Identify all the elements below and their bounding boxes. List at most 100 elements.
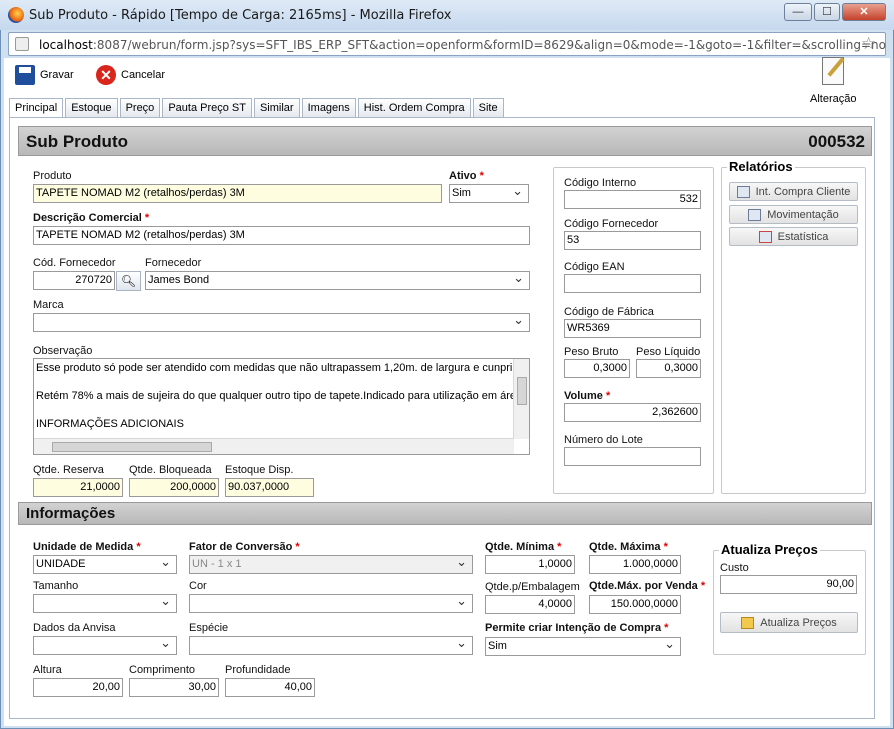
- window-title: Sub Produto - Rápido [Tempo de Carga: 21…: [29, 8, 452, 23]
- document-icon: [736, 185, 750, 198]
- qtde-minima-label-text: Qtde. Mínima: [485, 541, 555, 553]
- ativo-select[interactable]: Sim: [449, 184, 529, 203]
- url-bar[interactable]: localhost:8087/webrun/form.jsp?sys=SFT_I…: [8, 32, 886, 56]
- vertical-scrollbar[interactable]: [513, 359, 529, 439]
- ativo-label-text: Ativo: [449, 170, 477, 182]
- profundidade-label: Profundidade: [225, 664, 291, 676]
- tamanho-select[interactable]: [33, 594, 177, 613]
- cod-fornecedor-input[interactable]: 270720: [33, 271, 115, 290]
- alteracao-label: Alteração: [810, 93, 857, 105]
- qtde-embalagem-input[interactable]: 4,0000: [485, 595, 575, 614]
- produto-input[interactable]: TAPETE NOMAD M2 (retalhos/perdas) 3M: [33, 184, 442, 203]
- descricao-input[interactable]: TAPETE NOMAD M2 (retalhos/perdas) 3M: [33, 226, 530, 245]
- sub-produto-header: Sub Produto 000532: [18, 126, 872, 156]
- movimentacao-button[interactable]: Movimentação: [729, 205, 858, 224]
- observacao-textarea[interactable]: Esse produto só pode ser atendido com me…: [33, 358, 530, 455]
- bookmark-star-icon[interactable]: ☆: [861, 34, 876, 54]
- magnifier-search-icon[interactable]: 🔍︎: [116, 271, 141, 291]
- peso-liquido-input[interactable]: 0,3000: [636, 359, 701, 378]
- list-icon: [748, 208, 762, 221]
- atualiza-precos-title: Atualiza Preços: [719, 542, 820, 557]
- fornecedor-label: Fornecedor: [145, 257, 202, 269]
- peso-bruto-input[interactable]: 0,3000: [564, 359, 630, 378]
- estoque-disp-input[interactable]: 90.037,0000: [225, 478, 314, 497]
- descricao-label: Descrição Comercial *: [33, 212, 150, 224]
- anvisa-select[interactable]: [33, 636, 177, 655]
- cancel-x-icon: ✕: [96, 65, 116, 85]
- qtde-maxima-input[interactable]: 1.000,0000: [589, 555, 681, 574]
- alteracao-button[interactable]: Alteração: [810, 57, 860, 107]
- url-text[interactable]: localhost:8087/webrun/form.jsp?sys=SFT_I…: [39, 38, 886, 52]
- qtde-bloqueada-label: Qtde. Bloqueada: [129, 464, 212, 476]
- horizontal-scroll-thumb[interactable]: [52, 442, 212, 452]
- cancel-button[interactable]: ✕ Cancelar: [96, 65, 166, 85]
- unidade-label-text: Unidade de Medida: [33, 541, 134, 553]
- codigo-fornecedor-input[interactable]: 53: [564, 231, 701, 250]
- fator-select[interactable]: UN - 1 x 1: [189, 555, 473, 574]
- close-window-button[interactable]: ✕: [842, 3, 886, 21]
- cod-fornecedor-label: Cód. Fornecedor: [33, 257, 116, 269]
- url-path: :8087/webrun/form.jsp?sys=SFT_IBS_ERP_SF…: [92, 38, 886, 52]
- numero-lote-label: Número do Lote: [564, 434, 643, 446]
- estatistica-label: Estatística: [777, 230, 829, 243]
- cor-label: Cor: [189, 580, 207, 592]
- especie-select[interactable]: [189, 636, 473, 655]
- codigo-fabrica-label: Código de Fábrica: [564, 306, 654, 318]
- intencao-select[interactable]: Sim: [485, 637, 681, 656]
- codigo-interno-input[interactable]: 532: [564, 190, 701, 209]
- codigo-ean-label: Código EAN: [564, 261, 625, 273]
- numero-lote-input[interactable]: [564, 447, 701, 466]
- vertical-scroll-thumb[interactable]: [517, 377, 527, 405]
- save-button[interactable]: Gravar: [15, 65, 74, 85]
- qtde-minima-label: Qtde. Mínima *: [485, 541, 562, 553]
- especie-label: Espécie: [189, 622, 229, 634]
- fornecedor-select[interactable]: James Bond: [145, 271, 530, 290]
- obs-line-2: Retém 78% a mais de sujeira do que qualq…: [36, 390, 523, 402]
- tab-site[interactable]: Site: [472, 98, 504, 117]
- qtde-bloqueada-input[interactable]: 200,0000: [129, 478, 219, 497]
- volume-input[interactable]: 2,362600: [564, 403, 701, 422]
- comprimento-input[interactable]: 30,00: [129, 678, 219, 697]
- horizontal-scrollbar[interactable]: [34, 438, 514, 454]
- int-compra-cliente-button[interactable]: Int. Compra Cliente: [729, 182, 858, 201]
- intencao-label-text: Permite criar Intenção de Compra: [485, 622, 662, 634]
- profundidade-input[interactable]: 40,00: [225, 678, 315, 697]
- custo-input[interactable]: 90,00: [720, 575, 857, 594]
- unidade-select[interactable]: UNIDADE: [33, 555, 177, 574]
- site-identity-icon[interactable]: [15, 37, 29, 51]
- minimize-button[interactable]: —: [784, 3, 812, 21]
- codigo-fabrica-input[interactable]: WR5369: [564, 319, 701, 338]
- unidade-label: Unidade de Medida *: [33, 541, 141, 553]
- tab-bar: Principal Estoque Preço Pauta Preço ST S…: [9, 98, 504, 118]
- tab-preco[interactable]: Preço: [119, 98, 161, 117]
- qtde-minima-input[interactable]: 1,0000: [485, 555, 575, 574]
- qtde-maxima-label: Qtde. Máxima *: [589, 541, 668, 553]
- altura-input[interactable]: 20,00: [33, 678, 123, 697]
- anvisa-label: Dados da Anvisa: [33, 622, 116, 634]
- tab-hist-ordem-compra[interactable]: Hist. Ordem Compra: [357, 98, 471, 117]
- qtde-embalagem-label: Qtde.p/Embalagem: [485, 581, 580, 593]
- tab-principal[interactable]: Principal: [9, 98, 64, 118]
- maximize-button[interactable]: ☐: [814, 3, 840, 21]
- tab-similar[interactable]: Similar: [253, 98, 300, 117]
- tab-estoque[interactable]: Estoque: [65, 98, 118, 117]
- fator-label-text: Fator de Conversão: [189, 541, 293, 553]
- estatistica-button[interactable]: Estatística: [729, 227, 858, 246]
- cor-select[interactable]: [189, 594, 473, 613]
- qtde-maxima-label-text: Qtde. Máxima: [589, 541, 661, 553]
- cancel-label: Cancelar: [121, 69, 166, 81]
- qtde-max-venda-label: Qtde.Máx. por Venda *: [589, 580, 706, 592]
- int-compra-cliente-label: Int. Compra Cliente: [755, 185, 851, 198]
- marca-label: Marca: [33, 299, 64, 311]
- coins-icon: [741, 616, 755, 629]
- codigo-ean-input[interactable]: [564, 274, 701, 293]
- tab-imagens[interactable]: Imagens: [301, 98, 356, 117]
- tab-pauta-preco-st[interactable]: Pauta Preço ST: [162, 98, 252, 117]
- qtde-reserva-label: Qtde. Reserva: [33, 464, 104, 476]
- qtde-reserva-input[interactable]: 21,0000: [33, 478, 123, 497]
- marca-select[interactable]: [33, 313, 530, 332]
- qtde-max-venda-input[interactable]: 150.000,0000: [589, 595, 681, 614]
- volume-label: Volume *: [564, 390, 611, 402]
- atualiza-precos-button[interactable]: Atualiza Preços: [720, 612, 858, 633]
- comprimento-label: Comprimento: [129, 664, 196, 676]
